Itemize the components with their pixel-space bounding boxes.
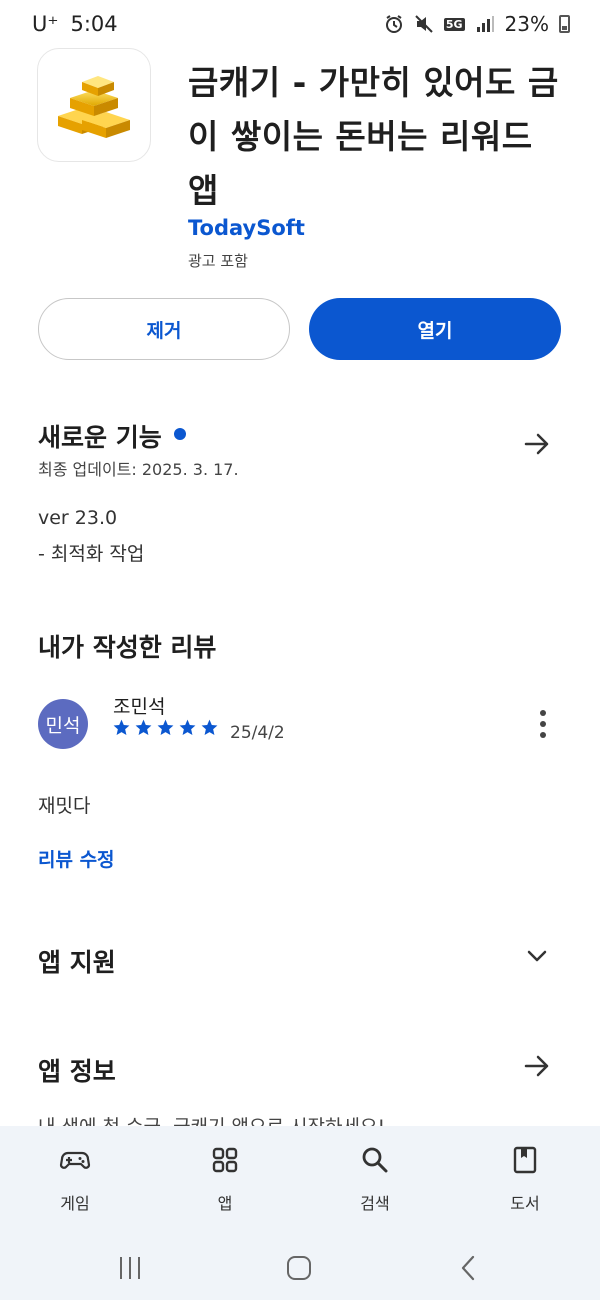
star-icon — [135, 719, 152, 736]
open-button[interactable]: 열기 — [309, 298, 561, 360]
star-icon — [201, 719, 218, 736]
bottom-nav: 게임 앱 검색 도서 — [0, 1126, 600, 1236]
app-icon — [37, 48, 151, 162]
alarm-icon — [385, 15, 402, 33]
whats-new-header[interactable]: 새로운 기능 — [38, 418, 186, 454]
app-support-title[interactable]: 앱 지원 — [38, 943, 116, 979]
clock: 5:04 — [70, 12, 118, 36]
apps-grid-icon — [212, 1147, 238, 1173]
nav-label: 게임 — [60, 1194, 90, 1213]
review-text: 재밋다 — [38, 795, 91, 817]
last-updated: 최종 업데이트: 2025. 3. 17. — [38, 460, 239, 479]
app-info-title[interactable]: 앱 정보 — [38, 1052, 116, 1088]
developer-link[interactable]: TodaySoft — [188, 216, 305, 240]
nav-item-books[interactable]: 도서 — [450, 1126, 600, 1236]
system-nav-bar — [0, 1236, 600, 1300]
edit-review-link[interactable]: 리뷰 수정 — [38, 845, 115, 872]
nav-label: 검색 — [360, 1194, 390, 1213]
reviewer-name: 조민석 — [113, 696, 166, 718]
star-icon — [113, 719, 130, 736]
ads-note: 광고 포함 — [188, 252, 248, 270]
home-icon[interactable] — [279, 1250, 319, 1286]
gamepad-icon — [59, 1151, 91, 1169]
arrow-right-icon[interactable] — [519, 1048, 555, 1084]
more-options-icon[interactable] — [532, 708, 554, 740]
star-rating — [112, 718, 219, 737]
network-badge: 5G — [443, 17, 465, 31]
my-review-title: 내가 작성한 리뷰 — [38, 633, 217, 662]
carrier-label: U⁺ — [32, 12, 59, 36]
book-icon — [513, 1146, 537, 1174]
star-icon — [157, 719, 174, 736]
version-text: ver 23.0 — [38, 507, 118, 529]
nav-label: 도서 — [510, 1194, 540, 1213]
app-title: 금캐기 - 가만히 있어도 금이 쌓이는 돈버는 리워드 앱 — [188, 63, 559, 210]
battery-icon — [559, 15, 570, 33]
avatar: 민석 — [38, 699, 88, 749]
recent-apps-icon[interactable] — [110, 1250, 150, 1286]
battery-percent: 23% — [504, 12, 549, 36]
star-icon — [179, 719, 196, 736]
nav-item-games[interactable]: 게임 — [0, 1126, 150, 1236]
new-indicator-dot — [173, 428, 186, 440]
status-bar: U⁺ 5:04 5G 23% — [0, 0, 600, 48]
release-notes: - 최적화 작업 — [38, 543, 145, 565]
gold-bars-icon — [58, 76, 130, 138]
nav-item-search[interactable]: 검색 — [300, 1126, 450, 1236]
arrow-right-icon[interactable] — [519, 426, 555, 462]
nav-item-apps[interactable]: 앱 — [150, 1126, 300, 1236]
nav-label: 앱 — [217, 1194, 233, 1213]
signal-icon — [476, 16, 494, 32]
search-icon — [362, 1147, 388, 1173]
back-icon[interactable] — [448, 1250, 488, 1286]
review-date: 25/4/2 — [230, 723, 285, 743]
whats-new-title: 새로운 기능 — [38, 423, 162, 452]
chevron-down-icon[interactable] — [519, 938, 555, 974]
uninstall-button[interactable]: 제거 — [38, 298, 290, 360]
mute-icon — [415, 15, 433, 33]
